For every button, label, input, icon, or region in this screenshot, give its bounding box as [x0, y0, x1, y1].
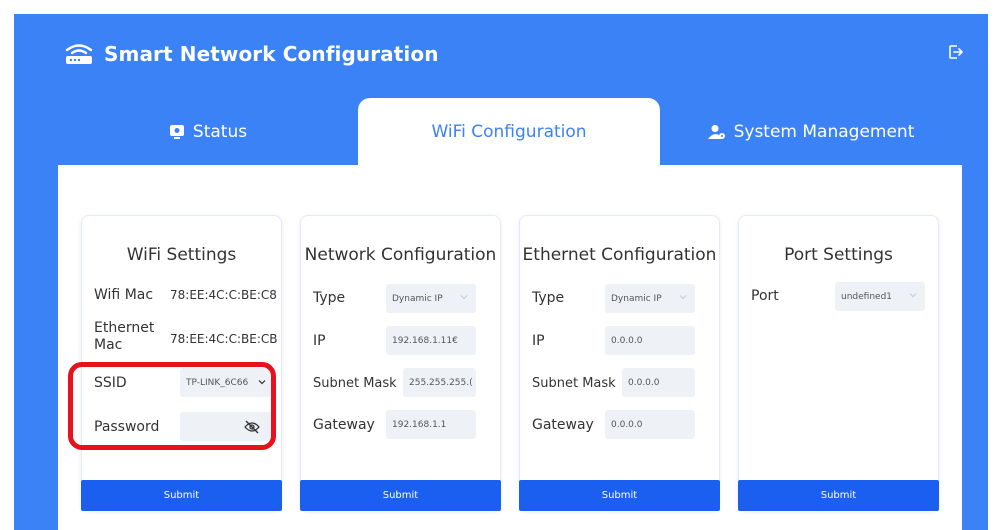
ethernet-subnet-label: Subnet Mask [532, 376, 616, 391]
wifi-settings-title: WiFi Settings [126, 245, 237, 265]
ethernet-gateway-value: 0.0.0.0 [611, 419, 643, 430]
ethernet-ip-input[interactable]: 0.0.0.0 [605, 326, 695, 355]
wifi-mac-label: Wifi Mac [94, 287, 154, 303]
wifi-settings-submit-button[interactable]: Submit [81, 480, 282, 511]
user-settings-icon [707, 124, 725, 139]
network-type-select[interactable]: Dynamic IP [386, 284, 476, 313]
tab-wifi-label: WiFi Configuration [431, 121, 587, 142]
app-header: Smart Network Configuration [14, 14, 988, 98]
ethernet-mac-value: 78:EE:4C:C:BE:CB [170, 332, 278, 346]
network-type-value: Dynamic IP [392, 293, 443, 304]
port-settings-card: Port Settings Port undefined1 Submit [738, 215, 939, 511]
ethernet-mac-label-line1: Ethernet [94, 320, 155, 336]
ethernet-configuration-title: Ethernet Configuration [522, 245, 717, 265]
tab-wifi-configuration[interactable]: WiFi Configuration [358, 98, 660, 165]
wifi-mac-value: 78:EE:4C:C:BE:C8 [170, 288, 277, 302]
port-settings-title: Port Settings [784, 245, 893, 265]
chevron-down-icon [909, 293, 917, 298]
status-icon [169, 124, 184, 139]
chevron-down-icon [460, 295, 468, 300]
tab-system-label: System Management [733, 121, 915, 142]
ethernet-mac-label: Ethernet Mac [94, 320, 154, 354]
app-frame: Smart Network Configuration Status WiFi … [14, 14, 988, 530]
network-configuration-submit-button[interactable]: Submit [300, 480, 501, 511]
logout-icon[interactable] [948, 44, 964, 60]
network-gateway-value: 192.168.1.1 [392, 419, 447, 430]
tab-system-management[interactable]: System Management [660, 98, 962, 165]
main-tabs: Status WiFi Configuration System Managem… [58, 98, 962, 165]
ethernet-type-select[interactable]: Dynamic IP [605, 284, 695, 313]
ethernet-ip-label: IP [532, 333, 545, 349]
network-ip-label: IP [313, 333, 326, 349]
ethernet-mac-label-line2: Mac [94, 337, 123, 353]
ethernet-subnet-value: 0.0.0.0 [628, 377, 660, 388]
network-ip-value: 192.168.1.11€ [392, 335, 458, 346]
ethernet-gateway-label: Gateway [532, 417, 594, 433]
network-gateway-label: Gateway [313, 417, 375, 433]
ethernet-type-label: Type [532, 290, 565, 306]
ethernet-gateway-input[interactable]: 0.0.0.0 [605, 410, 695, 439]
port-settings-submit-button[interactable]: Submit [738, 480, 939, 511]
router-icon [65, 44, 93, 64]
ethernet-configuration-card: Ethernet Configuration Type Dynamic IP I… [519, 215, 720, 511]
network-configuration-title: Network Configuration [304, 245, 497, 265]
port-select[interactable]: undefined1 [835, 282, 925, 311]
network-gateway-input[interactable]: 192.168.1.1 [386, 410, 476, 439]
chevron-down-icon [679, 295, 687, 300]
wifi-configuration-panel: WiFi Settings Wifi Mac 78:EE:4C:C:BE:C8 … [58, 165, 962, 530]
port-value: undefined1 [841, 291, 893, 302]
network-type-label: Type [313, 290, 346, 306]
tab-status-label: Status [192, 121, 248, 142]
network-ip-input[interactable]: 192.168.1.11€ [386, 326, 476, 355]
ssid-password-highlight-box [68, 362, 276, 450]
ethernet-configuration-submit-button[interactable]: Submit [519, 480, 720, 511]
ethernet-type-value: Dynamic IP [611, 293, 662, 304]
ethernet-ip-value: 0.0.0.0 [611, 335, 643, 346]
network-configuration-card: Network Configuration Type Dynamic IP IP… [300, 215, 501, 511]
port-label: Port [751, 288, 779, 304]
network-subnet-label: Subnet Mask [313, 376, 397, 391]
brand: Smart Network Configuration [64, 42, 439, 66]
network-subnet-input[interactable]: 255.255.255.( [403, 368, 476, 397]
network-subnet-value: 255.255.255.( [409, 377, 473, 388]
ethernet-subnet-input[interactable]: 0.0.0.0 [622, 368, 695, 397]
tab-status[interactable]: Status [58, 98, 358, 165]
app-title: Smart Network Configuration [104, 42, 439, 66]
